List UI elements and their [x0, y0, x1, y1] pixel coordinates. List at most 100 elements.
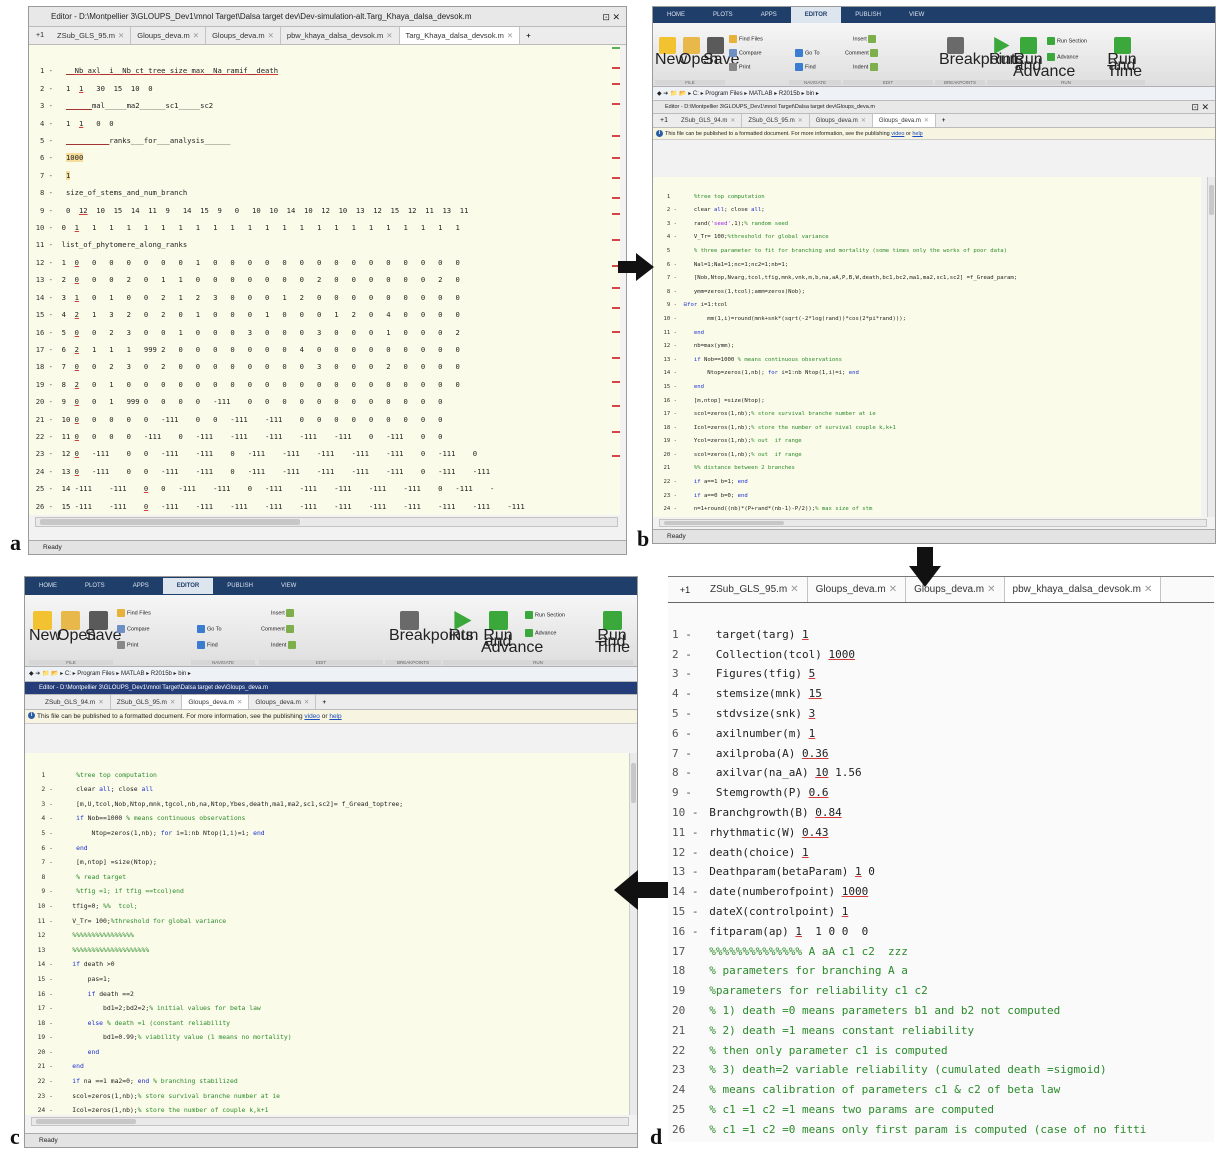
- compare-button[interactable]: Compare: [117, 625, 150, 633]
- run-button[interactable]: Run: [449, 611, 478, 644]
- tab-apps[interactable]: APPS: [747, 7, 791, 23]
- code-area[interactable]: 1 %tree top computation 2 - clear all; c…: [25, 753, 631, 1115]
- file-tab[interactable]: ZSub_GLS_94.m ✕: [25, 695, 111, 709]
- new-button[interactable]: New: [29, 611, 61, 644]
- address-bar[interactable]: ◆ ➔ 📁 📂 ▸ C: ▸ Program Files ▸ MATLAB ▸ …: [25, 667, 637, 682]
- breakpoints-button[interactable]: Breakpoints: [939, 37, 1024, 68]
- new-button[interactable]: New: [655, 37, 687, 68]
- find-button[interactable]: Find: [795, 63, 816, 71]
- insert-button[interactable]: Insert: [853, 35, 878, 43]
- close-tab-icon[interactable]: ✕: [730, 118, 735, 124]
- find-button[interactable]: Find: [197, 641, 218, 649]
- window-controls[interactable]: ⊡ ✕: [602, 7, 620, 26]
- close-tab-icon[interactable]: ✕: [386, 31, 392, 40]
- code-area[interactable]: 1 - target(targ) 1 2 - Collection(tcol) …: [668, 605, 1214, 1142]
- save-button[interactable]: Save: [85, 611, 121, 644]
- open-button[interactable]: Open: [679, 37, 718, 68]
- file-tab[interactable]: Gloups_deva.m ✕: [206, 27, 281, 44]
- video-link[interactable]: video: [891, 131, 904, 137]
- comment-button[interactable]: Comment: [845, 49, 880, 57]
- file-tab[interactable]: ZSub_GLS_94.m ✕: [675, 114, 743, 127]
- run-and-time-button[interactable]: Run and Time: [595, 611, 630, 656]
- close-tab-icon[interactable]: ✕: [237, 699, 242, 706]
- tab-home[interactable]: HOME: [653, 7, 699, 23]
- video-link[interactable]: video: [304, 713, 320, 720]
- file-tab-active[interactable]: pbw_khaya_dalsa_devsok.m ✕: [1004, 577, 1162, 602]
- run-section-button[interactable]: Run Section: [1047, 37, 1087, 45]
- tab-view[interactable]: VIEW: [895, 7, 938, 23]
- file-tab-active[interactable]: Gloups_deva.m ✕: [872, 114, 936, 127]
- close-tab-icon[interactable]: ✕: [798, 118, 803, 124]
- advance-button[interactable]: Advance: [525, 629, 556, 637]
- file-tab-active[interactable]: Targ_Khaya_dalsa_devsok.m ✕: [399, 27, 521, 44]
- file-tab[interactable]: Gloups_deva.m ✕: [808, 577, 907, 602]
- file-tab[interactable]: ZSub_GLS_95.m ✕: [51, 27, 132, 44]
- file-tab[interactable]: ZSub_GLS_95.m ✕: [702, 577, 808, 602]
- advance-button[interactable]: Advance: [1047, 53, 1078, 61]
- run-section-button[interactable]: Run Section: [525, 611, 565, 619]
- close-tab-icon[interactable]: ✕: [790, 584, 798, 595]
- run-and-time-button[interactable]: Run and Time: [1107, 37, 1142, 80]
- horizontal-scrollbar[interactable]: [659, 519, 1207, 527]
- close-tab-icon[interactable]: ✕: [193, 31, 199, 40]
- tab-plots[interactable]: PLOTS: [71, 578, 119, 594]
- file-tab-active[interactable]: Gloups_deva.m ✕: [182, 695, 250, 709]
- insert-button[interactable]: Insert: [271, 609, 296, 617]
- new-tab-icon[interactable]: +1: [29, 27, 51, 44]
- find-files-button[interactable]: Find Files: [117, 609, 151, 617]
- close-tab-icon[interactable]: ✕: [987, 584, 995, 595]
- tab-home[interactable]: HOME: [25, 578, 71, 594]
- print-button[interactable]: Print: [729, 63, 750, 71]
- close-tab-icon[interactable]: ✕: [304, 699, 309, 706]
- tab-plots[interactable]: PLOTS: [699, 7, 747, 23]
- code-area[interactable]: 1 %tree top computation 2 - clear all; c…: [653, 177, 1201, 517]
- add-tab-button[interactable]: +: [936, 114, 952, 127]
- add-tab-button[interactable]: +: [316, 695, 332, 709]
- address-bar[interactable]: ◆ ➔ 📁 📂 ▸ C: ▸ Program Files ▸ MATLAB ▸ …: [653, 87, 1215, 101]
- new-tab-icon[interactable]: +1: [668, 577, 702, 602]
- window-controls[interactable]: ⊡ ✕: [1191, 101, 1209, 113]
- print-button[interactable]: Print: [117, 641, 138, 649]
- compare-button[interactable]: Compare: [729, 49, 762, 57]
- vertical-scrollbar[interactable]: [1207, 177, 1215, 517]
- close-tab-icon[interactable]: ✕: [924, 118, 929, 124]
- close-tab-icon[interactable]: ✕: [507, 31, 513, 40]
- file-tab[interactable]: Gloups_deva.m ✕: [131, 27, 207, 44]
- file-tab[interactable]: Gloups_deva.m ✕: [810, 114, 873, 127]
- tab-publish[interactable]: PUBLISH: [841, 7, 895, 23]
- tab-editor[interactable]: EDITOR: [162, 578, 214, 594]
- go-to-button[interactable]: Go To: [795, 49, 820, 57]
- tab-view[interactable]: VIEW: [267, 578, 310, 594]
- indent-button[interactable]: Indent: [271, 641, 298, 649]
- file-tab[interactable]: ZSub_GLS_95.m ✕: [111, 695, 183, 709]
- run-button[interactable]: Run: [989, 37, 1018, 68]
- close-tab-icon[interactable]: ✕: [118, 31, 124, 40]
- save-button[interactable]: Save: [703, 37, 739, 68]
- file-tab[interactable]: ZSub_GLS_95.m ✕: [742, 114, 810, 127]
- open-button[interactable]: Open: [57, 611, 96, 644]
- close-tab-icon[interactable]: ✕: [98, 699, 103, 706]
- help-link[interactable]: help: [912, 131, 922, 137]
- file-tab[interactable]: pbw_khaya_dalsa_devsok.m ✕: [281, 27, 400, 44]
- close-tab-icon[interactable]: ✕: [889, 584, 897, 595]
- close-tab-icon[interactable]: ✕: [1144, 584, 1152, 595]
- close-tab-icon[interactable]: ✕: [268, 31, 274, 40]
- vertical-scrollbar[interactable]: [629, 753, 637, 1115]
- file-tab[interactable]: Gloups_deva.m ✕: [249, 695, 317, 709]
- comment-button[interactable]: Comment: [261, 625, 296, 633]
- close-tab-icon[interactable]: ✕: [170, 699, 175, 706]
- breakpoints-button[interactable]: Breakpoints: [389, 611, 474, 644]
- add-tab-button[interactable]: +: [520, 27, 536, 44]
- close-tab-icon[interactable]: ✕: [861, 118, 866, 124]
- tab-editor[interactable]: EDITOR: [790, 7, 842, 23]
- tab-publish[interactable]: PUBLISH: [213, 578, 267, 594]
- horizontal-scrollbar[interactable]: [35, 517, 618, 527]
- indent-button[interactable]: Indent: [853, 63, 880, 71]
- help-link[interactable]: help: [329, 713, 341, 720]
- horizontal-scrollbar[interactable]: [31, 1117, 629, 1126]
- run-and-advance-button[interactable]: Run and Advance: [481, 611, 543, 656]
- new-tab-icon[interactable]: +1: [653, 114, 675, 127]
- code-area[interactable]: 1 - __Nb_axl__i__Nb_ct_tree_size_max__Na…: [29, 45, 620, 515]
- run-and-advance-button[interactable]: Run and Advance: [1013, 37, 1075, 80]
- go-to-button[interactable]: Go To: [197, 625, 222, 633]
